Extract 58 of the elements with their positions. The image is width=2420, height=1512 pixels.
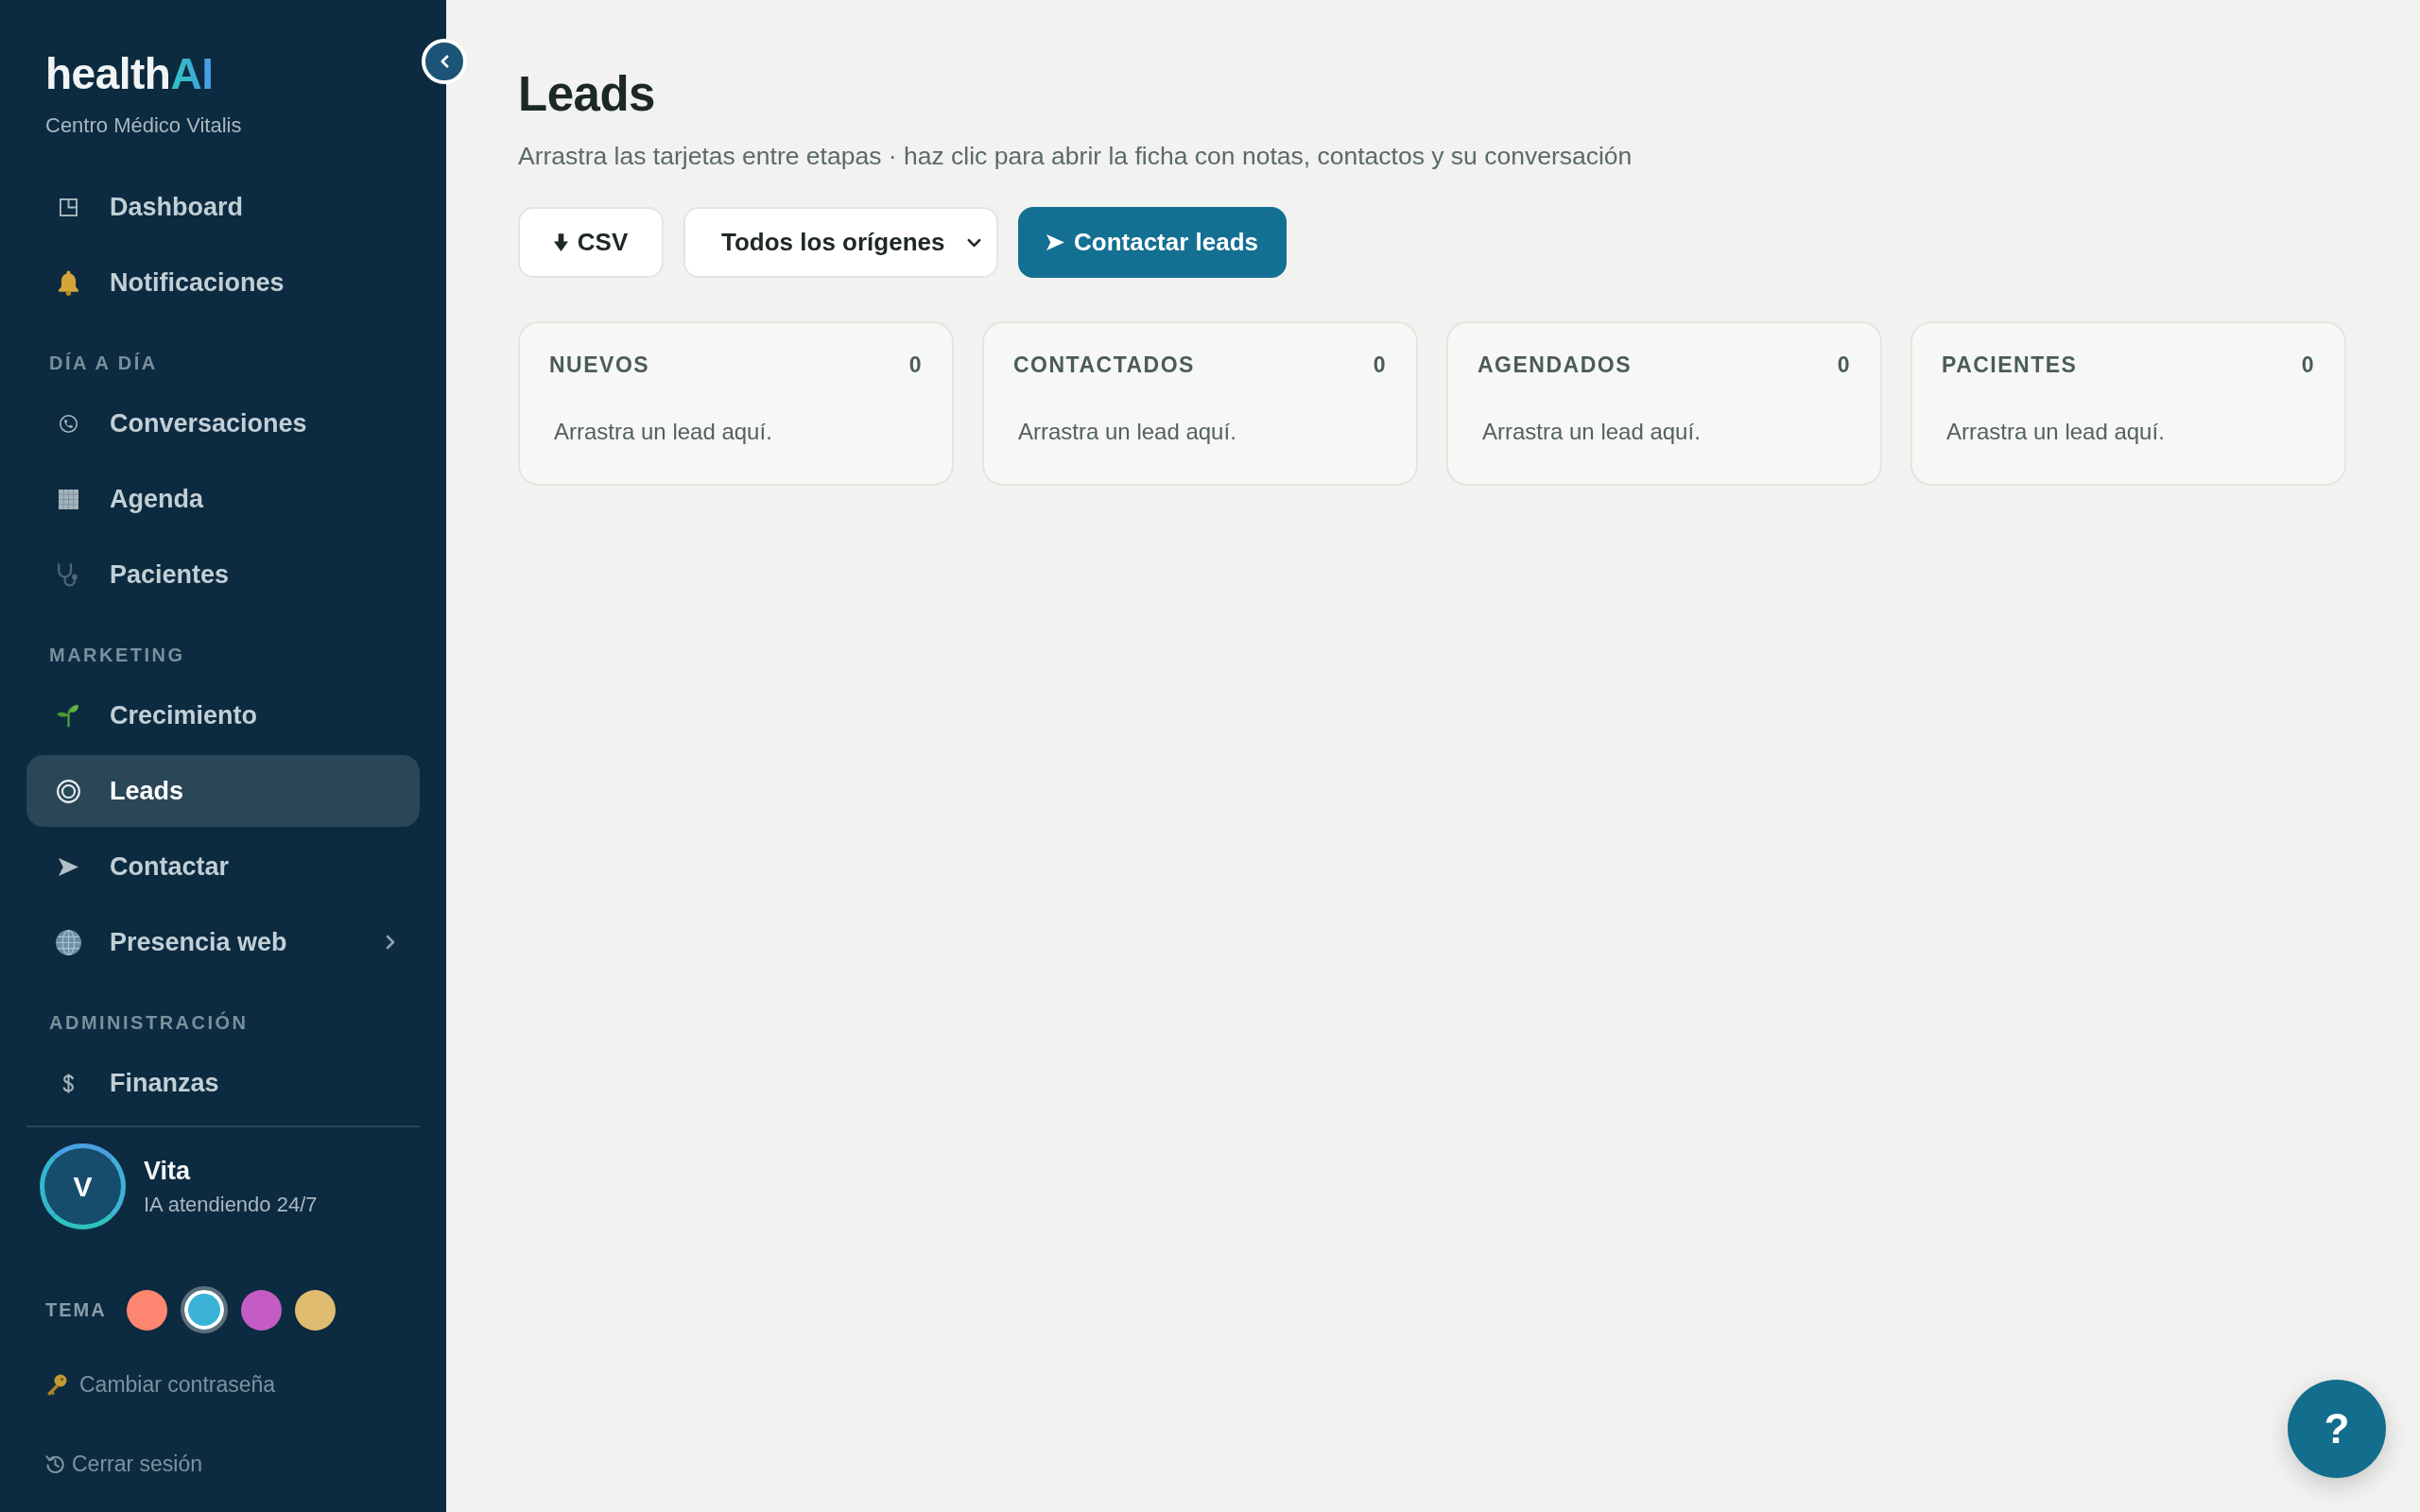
stage-count: 0 [908, 352, 923, 378]
nav-item[interactable]: Finanzas [26, 1047, 420, 1119]
globe-icon [55, 929, 81, 955]
dashboard-icon [59, 198, 78, 216]
download-arrow-icon [553, 233, 568, 251]
nav-item[interactable]: Dashboard [26, 171, 420, 243]
empty-stage-message: Arrastra un lead aquí. [1018, 418, 1236, 446]
section-title: DÍA A DÍA [49, 352, 158, 374]
nav-item[interactable]: Leads [26, 755, 420, 827]
footer-link[interactable]: Cerrar sesión [45, 1451, 203, 1477]
theme-swatch-icon[interactable] [294, 1289, 336, 1331]
section-title: MARKETING [49, 644, 185, 666]
stage-count: 0 [1837, 352, 1851, 378]
help-button[interactable]: ? [2288, 1380, 2386, 1478]
nav-item[interactable]: Notificaciones [26, 247, 420, 318]
logo: healthAI [45, 48, 214, 100]
stage-title: NUEVOS [549, 352, 650, 378]
nav-item[interactable]: Pacientes [26, 539, 420, 610]
csv-export-button[interactable]: CSV [518, 207, 664, 278]
theme-swatch-icon[interactable] [126, 1289, 167, 1331]
source-filter-select[interactable]: Todos los orígenes [683, 207, 998, 278]
empty-stage-message: Arrastra un lead aquí. [1946, 418, 2165, 446]
target-icon [56, 779, 80, 803]
nav-item[interactable]: Agenda [26, 463, 420, 535]
seedling-icon [55, 702, 81, 729]
section-title: ADMINISTRACIÓN [49, 1011, 249, 1034]
organization-name: Centro Médico Vitalis [45, 112, 242, 139]
key-icon [45, 1373, 68, 1396]
chevron-right-icon [386, 935, 395, 950]
stage-title: PACIENTES [1942, 352, 2078, 378]
stage-title: CONTACTADOS [1013, 352, 1195, 378]
theme-swatch-icon[interactable] [240, 1289, 282, 1331]
caret-down-icon [967, 237, 981, 248]
page-subtitle: Arrastra las tarjetas entre etapas · haz clic para abrir la ficha con notas, contactos y su conversación [518, 141, 1633, 171]
theme-swatch-icon[interactable] [180, 1286, 228, 1333]
chevron-left-icon [440, 55, 449, 68]
nav-item[interactable]: Crecimiento [26, 679, 420, 751]
calendar-grid-icon [58, 489, 78, 509]
empty-stage-message: Arrastra un lead aquí. [1482, 418, 1701, 446]
assistant-name: Vita [144, 1155, 191, 1186]
page-title: Leads [518, 66, 655, 123]
nav-item[interactable]: Presencia web [26, 906, 420, 978]
send-arrow-icon [58, 856, 78, 877]
stage-count: 0 [2301, 352, 2315, 378]
nav-item[interactable]: Contactar [26, 831, 420, 902]
send-arrow-icon [1046, 234, 1064, 250]
phone-icon [59, 414, 78, 433]
assistant-status: IA atendiendo 24/7 [144, 1191, 318, 1218]
empty-stage-message: Arrastra un lead aquí. [554, 418, 772, 446]
collapse-sidebar-button[interactable] [422, 39, 467, 84]
stage-count: 0 [1373, 352, 1387, 378]
restore-icon [45, 1453, 65, 1474]
assistant-avatar: V [40, 1143, 126, 1229]
contact-leads-button[interactable]: Contactar leads [1018, 207, 1288, 278]
stage-title: AGENDADOS [1478, 352, 1632, 378]
theme-label: TEMA [45, 1298, 107, 1321]
nav-item[interactable]: Conversaciones [26, 387, 420, 459]
footer-link[interactable]: Cambiar contraseña [45, 1371, 276, 1398]
